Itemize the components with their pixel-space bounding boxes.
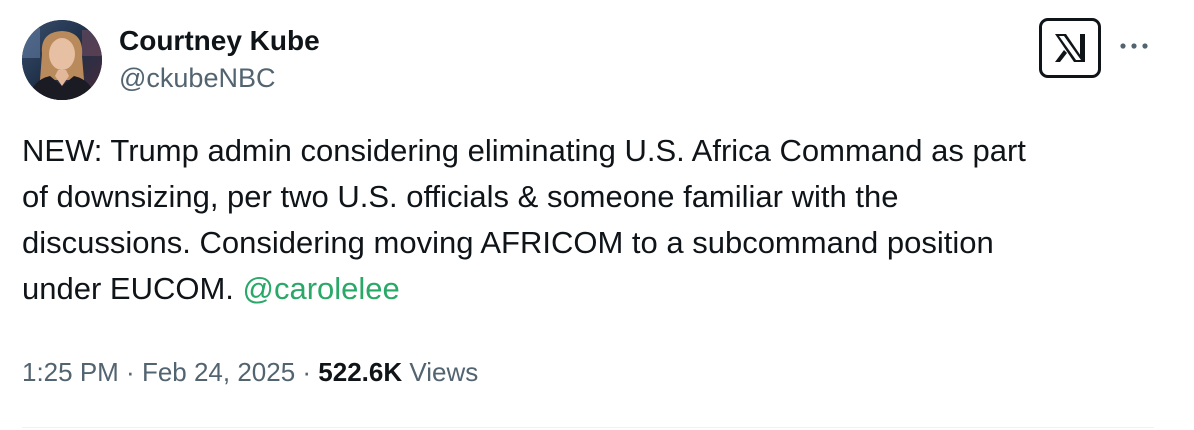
author-display-name[interactable]: Courtney Kube bbox=[119, 22, 320, 60]
tweet-text-line-4: under EUCOM. bbox=[22, 271, 243, 306]
author-handle[interactable]: @ckubeNBC bbox=[119, 60, 320, 96]
mention-link[interactable]: @carolelee bbox=[243, 271, 400, 306]
tweet-text-line-1: NEW: Trump admin considering eliminating… bbox=[22, 133, 1026, 168]
views-label: Views bbox=[402, 357, 479, 387]
more-dots-icon bbox=[1120, 43, 1148, 49]
tweet-text-line-3: discussions. Considering moving AFRICOM … bbox=[22, 225, 994, 260]
tweet-text: NEW: Trump admin considering eliminating… bbox=[22, 128, 1172, 312]
tweet-text-line-2: of downsizing, per two U.S. officials & … bbox=[22, 179, 899, 214]
avatar[interactable] bbox=[22, 20, 102, 100]
divider bbox=[22, 427, 1154, 428]
meta-separator: · bbox=[118, 357, 142, 387]
views-count: 522.6K bbox=[318, 357, 403, 387]
author-info: Courtney Kube @ckubeNBC bbox=[119, 22, 320, 96]
x-logo-glyph bbox=[1055, 34, 1085, 62]
x-logo-icon[interactable] bbox=[1039, 18, 1101, 78]
tweet-card: Courtney Kube @ckubeNBC NEW: Trump admin… bbox=[0, 0, 1194, 430]
meta-separator: · bbox=[295, 357, 319, 387]
tweet-time[interactable]: 1:25 PM bbox=[22, 357, 119, 387]
tweet-meta: 1:25 PM · Feb 24, 2025 · 522.6K Views bbox=[22, 352, 478, 392]
avatar-image bbox=[22, 20, 102, 100]
tweet-date[interactable]: Feb 24, 2025 bbox=[142, 357, 295, 387]
more-options-button[interactable] bbox=[1116, 32, 1152, 60]
